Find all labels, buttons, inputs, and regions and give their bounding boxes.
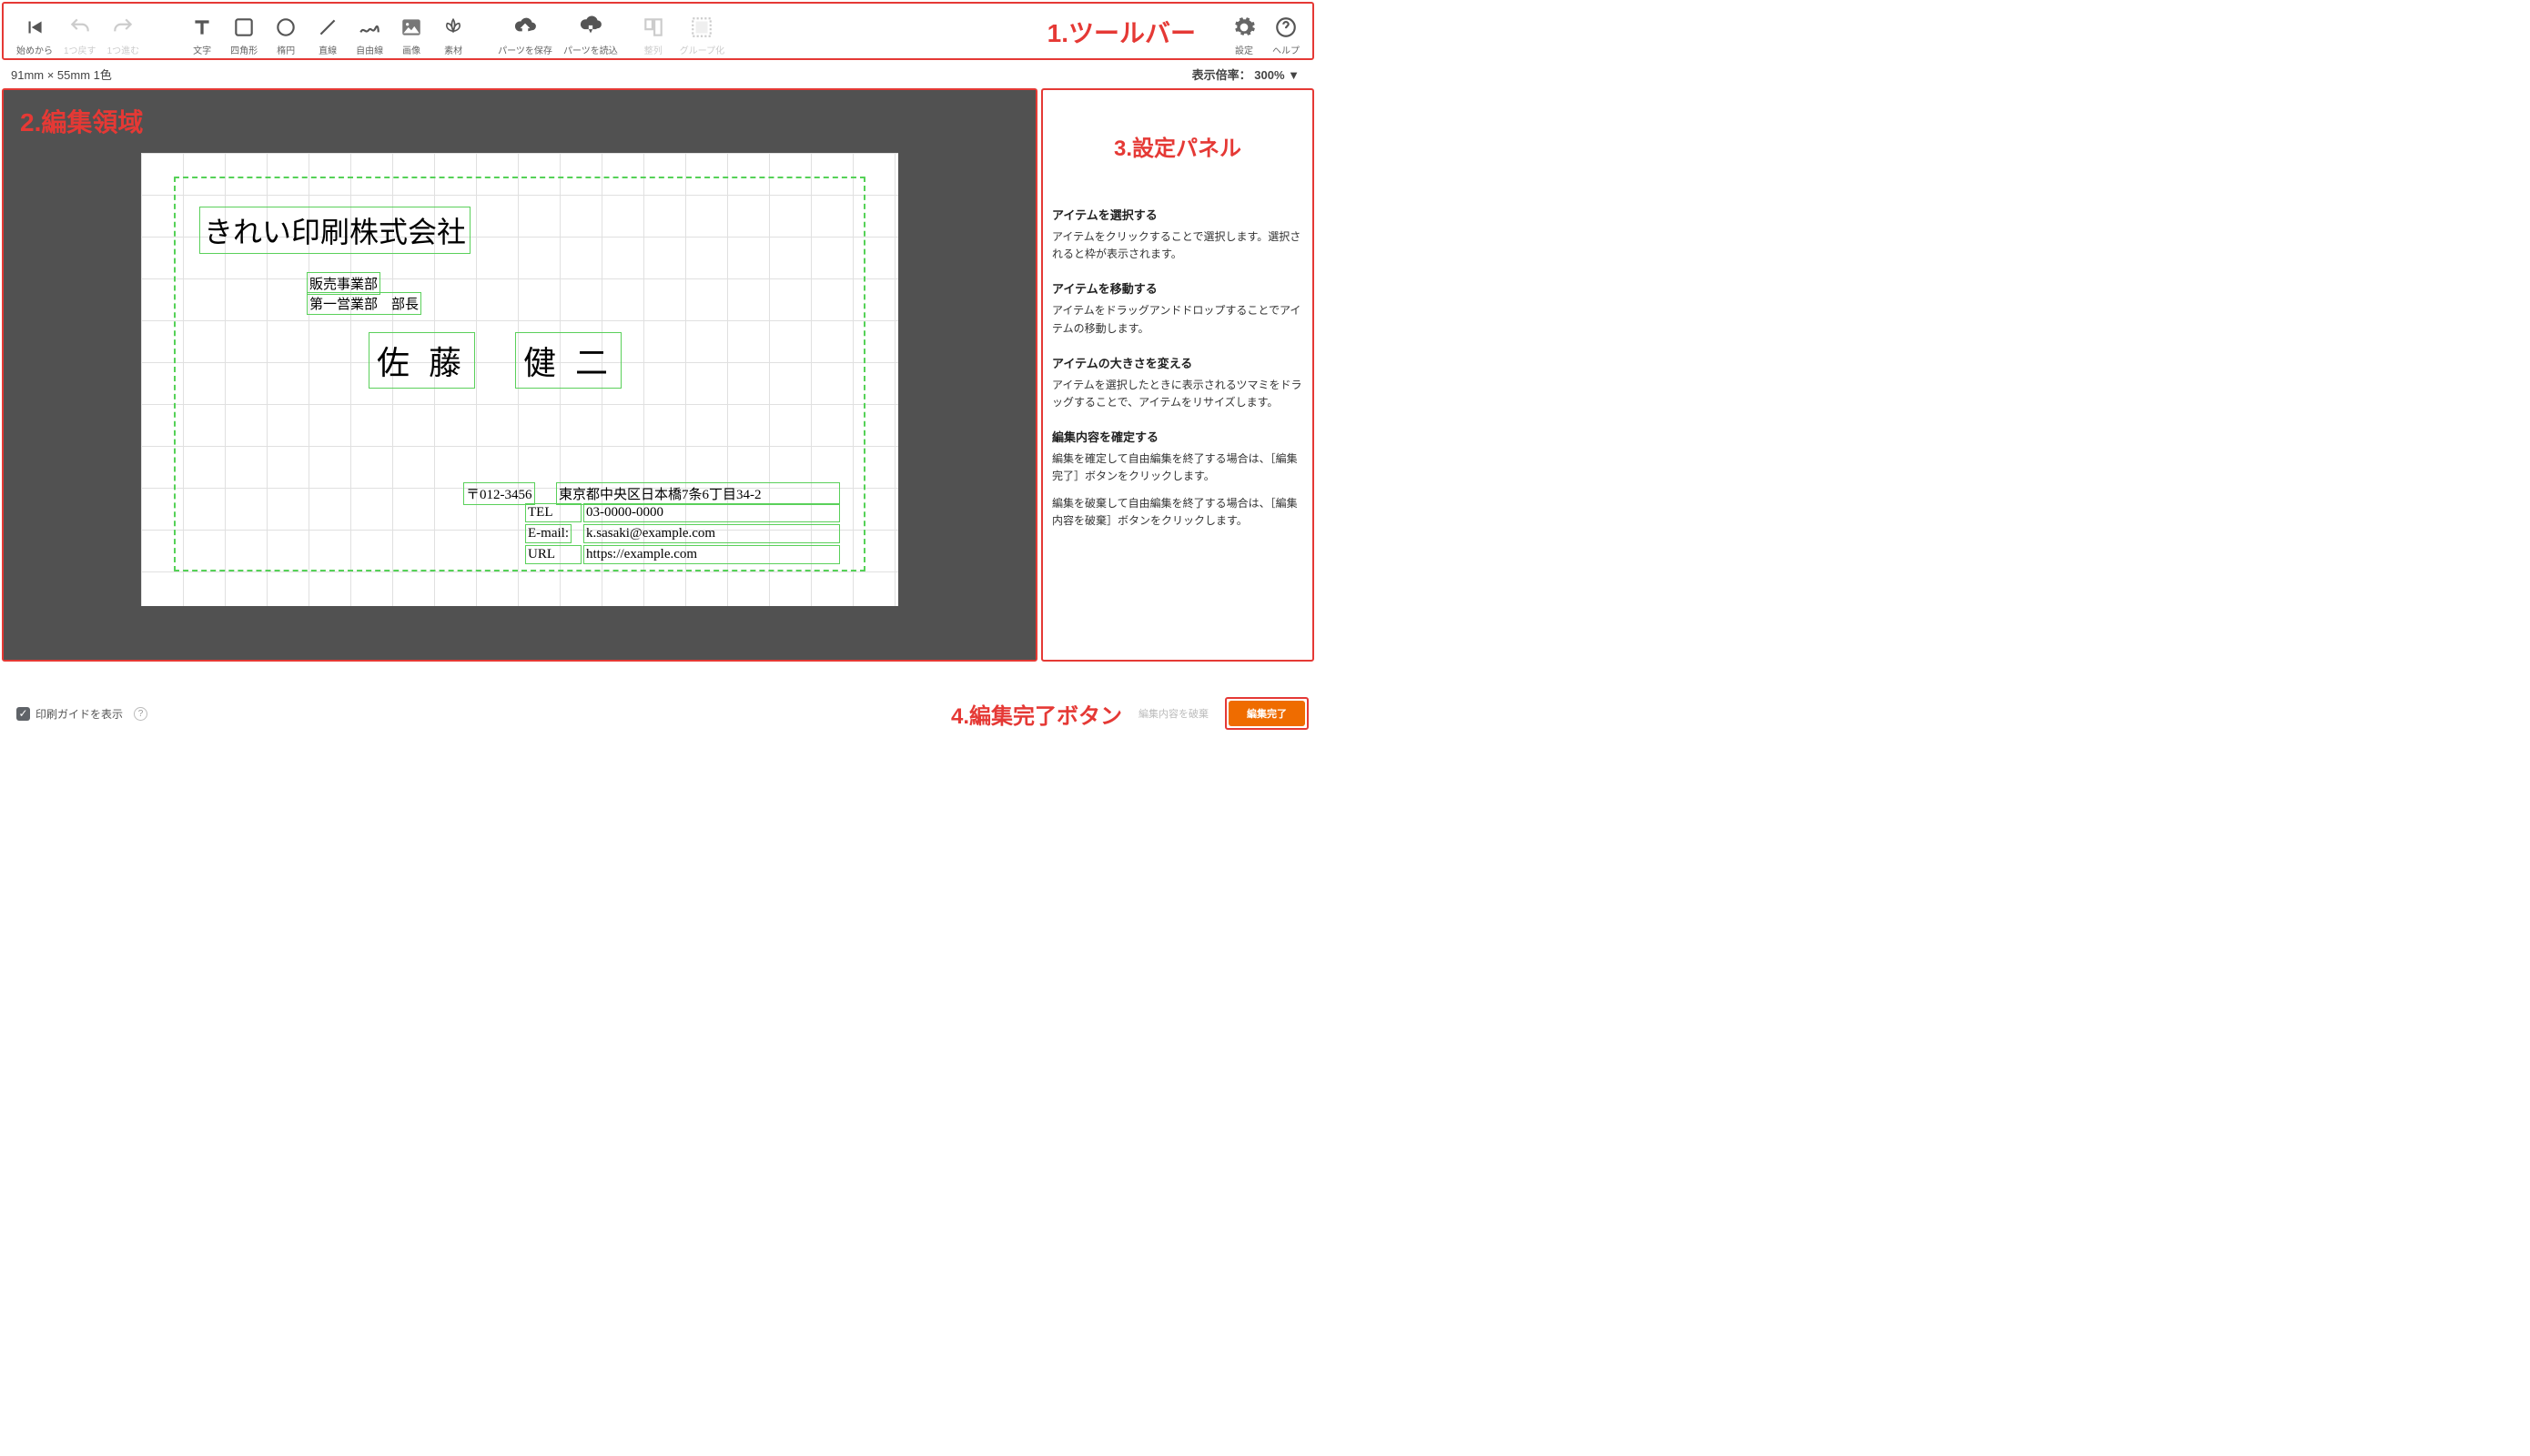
business-card[interactable]: きれい印刷株式会社 販売事業部 第一営業部 部長 佐 藤 健 二 〒012-34… — [141, 153, 898, 606]
cloud-download-icon — [579, 15, 602, 39]
ellipse-button[interactable]: 楕円 — [265, 7, 307, 56]
card-name1[interactable]: 佐 藤 — [369, 333, 474, 388]
align-button[interactable]: 整列 — [632, 7, 674, 56]
cloud-upload-icon — [513, 15, 537, 39]
zoom-value[interactable]: 300% ▼ — [1254, 68, 1300, 82]
image-label: 画像 — [402, 43, 420, 56]
panel-p1: アイテムをクリックすることで選択します。選択されると枠が表示されます。 — [1052, 228, 1303, 263]
lotus-icon — [441, 15, 465, 39]
card-name2[interactable]: 健 二 — [516, 333, 621, 388]
save-part-label: パーツを保存 — [498, 43, 552, 56]
panel-p4b: 編集を破棄して自由編集を終了する場合は、［編集内容を破棄］ボタンをクリックします… — [1052, 495, 1303, 530]
image-icon — [400, 15, 423, 39]
help-small-icon[interactable]: ? — [134, 707, 147, 721]
panel-h3: アイテムの大きさを変える — [1052, 354, 1303, 371]
panel-p3: アイテムを選択したときに表示されるツマミをドラッグすることで、アイテムをリサイズ… — [1052, 377, 1303, 411]
annotation-panel: 3.設定パネル — [1052, 130, 1303, 162]
load-part-label: パーツを読込 — [563, 43, 618, 56]
gear-icon — [1232, 15, 1256, 39]
settings-button[interactable]: 設定 — [1223, 7, 1265, 56]
group-icon — [690, 15, 713, 39]
help-button[interactable]: ヘルプ — [1265, 7, 1307, 56]
redo-icon — [111, 15, 135, 39]
line-button[interactable]: 直線 — [307, 7, 349, 56]
square-icon — [232, 15, 256, 39]
rect-label: 四角形 — [230, 43, 258, 56]
card-tel-val[interactable]: 03-0000-0000 — [584, 504, 839, 521]
zoom-label: 表示倍率： — [1192, 68, 1251, 82]
redo-label: 1つ進む — [107, 43, 140, 56]
toolbar: 始めから 1つ戻す 1つ進む 文字 四角形 楕円 直線 自由線 画像 素材 パー… — [2, 2, 1314, 60]
ellipse-label: 楕円 — [277, 43, 295, 56]
panel-h4: 編集内容を確定する — [1052, 428, 1303, 445]
undo-icon — [68, 15, 92, 39]
settings-panel: 3.設定パネル アイテムを選択する アイテムをクリックすることで選択します。選択… — [1041, 88, 1314, 662]
panel-h1: アイテムを選択する — [1052, 206, 1303, 223]
from-start-label: 始めから — [16, 43, 53, 56]
rect-button[interactable]: 四角形 — [223, 7, 265, 56]
card-postal-val[interactable]: 東京都中央区日本橋7条6丁目34-2 — [557, 483, 839, 504]
card-postal-label[interactable]: 〒012-3456 — [464, 483, 534, 504]
canvas-size-label: 91mm × 55mm 1色 — [11, 66, 112, 83]
material-button[interactable]: 素材 — [432, 7, 474, 56]
annotation-toolbar: 1.ツールバー — [1047, 14, 1196, 50]
freehand-button[interactable]: 自由線 — [349, 7, 390, 56]
annotation-edit: 2.編集領域 — [20, 103, 143, 139]
undo-label: 1つ戻す — [64, 43, 96, 56]
freehand-icon — [358, 15, 381, 39]
settings-label: 設定 — [1235, 43, 1253, 56]
checkbox-icon: ✓ — [16, 707, 30, 721]
discard-button[interactable]: 編集内容を破棄 — [1128, 701, 1219, 726]
group-label: グループ化 — [680, 43, 724, 56]
image-button[interactable]: 画像 — [390, 7, 432, 56]
panel-p2: アイテムをドラッグアンドドロップすることでアイテムの移動します。 — [1052, 302, 1303, 337]
card-dept2[interactable]: 第一営業部 部長 — [308, 293, 420, 314]
card-company[interactable]: きれい印刷株式会社 — [200, 207, 470, 253]
save-part-button[interactable]: パーツを保存 — [492, 7, 558, 56]
print-guide-label: 印刷ガイドを表示 — [35, 706, 123, 722]
card-tel-label[interactable]: TEL — [526, 504, 581, 521]
panel-h2: アイテムを移動する — [1052, 279, 1303, 297]
align-label: 整列 — [644, 43, 663, 56]
load-part-button[interactable]: パーツを読込 — [558, 7, 623, 56]
print-guide-toggle[interactable]: ✓ 印刷ガイドを表示 ? — [16, 706, 147, 722]
rewind-icon — [23, 15, 46, 39]
panel-p4a: 編集を確定して自由編集を終了する場合は、［編集完了］ボタンをクリックします。 — [1052, 450, 1303, 485]
align-icon — [642, 15, 665, 39]
done-button[interactable]: 編集完了 — [1229, 701, 1305, 726]
annotation-done: 4.編集完了ボタン — [951, 698, 1122, 730]
status-bar: 91mm × 55mm 1色 表示倍率： 300% ▼ — [0, 62, 1316, 88]
footer: ✓ 印刷ガイドを表示 ? 4.編集完了ボタン 編集内容を破棄 編集完了 — [0, 697, 1316, 730]
group-button[interactable]: グループ化 — [674, 7, 730, 56]
help-label: ヘルプ — [1272, 43, 1300, 56]
card-email-val[interactable]: k.sasaki@example.com — [584, 525, 839, 542]
line-label: 直線 — [319, 43, 337, 56]
circle-icon — [274, 15, 298, 39]
text-button[interactable]: 文字 — [181, 7, 223, 56]
from-start-button[interactable]: 始めから — [11, 7, 58, 56]
line-icon — [316, 15, 339, 39]
edit-area[interactable]: 2.編集領域 きれい印刷株式会社 販売事業部 第一営業部 部長 佐 藤 健 二 … — [4, 90, 1036, 660]
freehand-label: 自由線 — [356, 43, 383, 56]
redo-button[interactable]: 1つ進む — [102, 7, 146, 56]
card-url-label[interactable]: URL — [526, 546, 581, 563]
card-email-label[interactable]: E-mail: — [526, 525, 571, 542]
card-url-val[interactable]: https://example.com — [584, 546, 839, 563]
material-label: 素材 — [444, 43, 462, 56]
text-icon — [190, 15, 214, 39]
help-icon — [1274, 15, 1298, 39]
card-dept1[interactable]: 販売事業部 — [308, 273, 380, 294]
undo-button[interactable]: 1つ戻す — [58, 7, 102, 56]
text-label: 文字 — [193, 43, 211, 56]
